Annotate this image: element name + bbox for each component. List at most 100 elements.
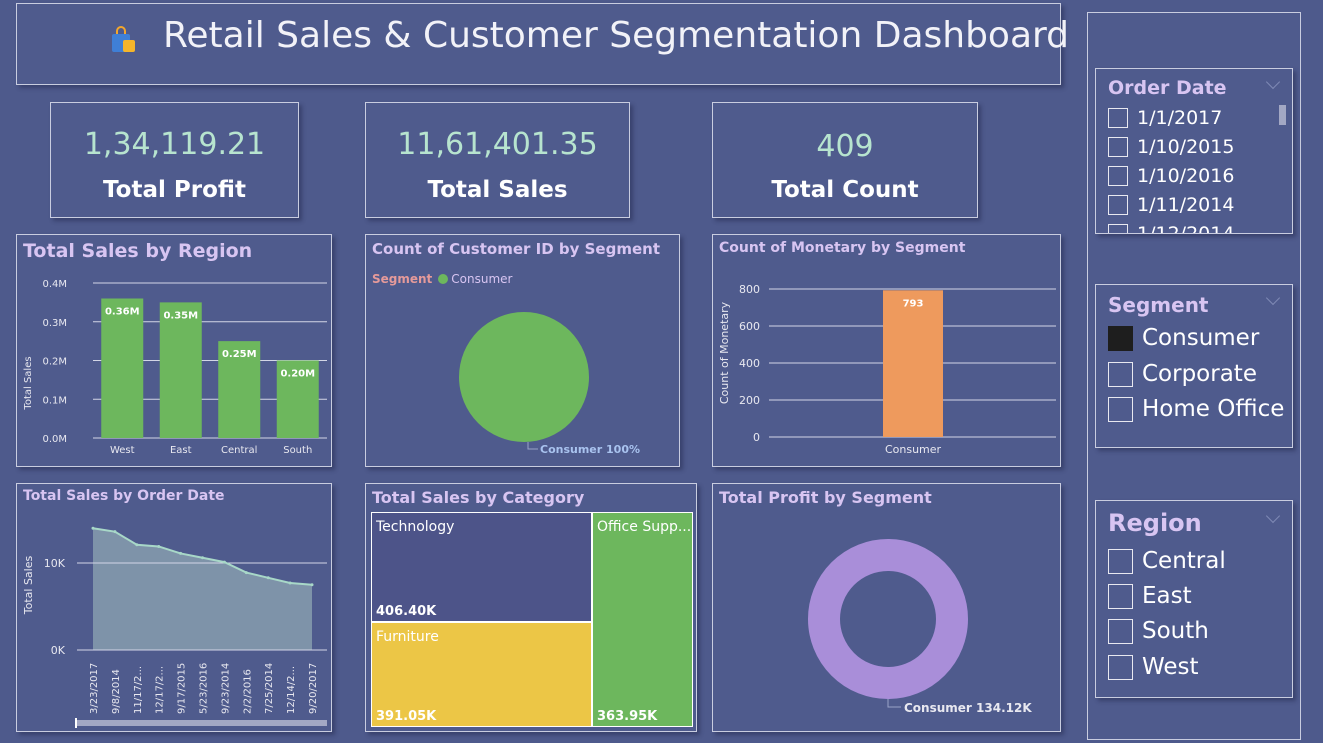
slice-label: Consumer 100% [540,443,640,456]
slicer-option[interactable]: Consumer [1108,325,1259,351]
data-label: 793 [903,298,924,309]
checkbox[interactable] [1108,361,1133,387]
y-tick-label: 400 [739,357,760,370]
data-label: 0.35M [163,310,198,321]
bar-west[interactable] [101,298,144,439]
chart-customer-count-by-segment[interactable]: Count of Customer ID by Segment Segment … [365,234,680,467]
data-label: 0.36M [105,307,140,318]
kpi-label: Total Count [771,177,919,203]
dashboard-header: Retail Sales & Customer Segmentation Das… [16,3,1069,85]
checkbox[interactable] [1108,583,1133,609]
region-bar-chart[interactable]: Total Sales 0.0M 0.1M 0.2M 0.3M 0.4M 0.36M Wes… [17,235,331,466]
slicer-option[interactable]: Central [1108,548,1226,574]
kpi-value: 11,61,401.35 [397,127,598,162]
slicer-option[interactable]: 1/10/2016 [1108,165,1234,187]
chevron-down-icon[interactable] [1265,290,1281,306]
checkbox[interactable] [1108,224,1128,233]
order-date-area-chart[interactable]: Total Sales 0K 10K 3/23/2017 9/8/2014 11/17/… [17,484,331,731]
slicer-option[interactable]: Home Office [1108,396,1284,422]
slicer-option[interactable]: East [1108,583,1192,609]
treemap-tile-furniture[interactable]: Furniture 391.05K [371,622,592,727]
kpi-value: 409 [816,129,874,164]
x-tick-label: 9/8/2014 [111,669,122,714]
kpi-card-total-profit[interactable]: 1,34,119.21 Total Profit [50,102,299,218]
slicer-option[interactable]: 1/1/2017 [1108,107,1222,129]
category-treemap[interactable]: Technology 406.40K Furniture 391.05K Office … [371,512,693,727]
treemap-tile-technology[interactable]: Technology 406.40K [371,512,592,622]
kpi-card-total-sales[interactable]: 11,61,401.35 Total Sales [365,102,630,218]
checkbox[interactable] [1108,137,1128,157]
checkbox[interactable] [1108,195,1128,215]
checkbox[interactable] [1108,654,1133,680]
checkbox[interactable] [1108,396,1133,422]
data-point [179,551,183,555]
donut-slice-consumer[interactable] [808,539,968,699]
x-tick-label: 11/17/2... [133,666,144,714]
x-tick-label: 12/14/2... [286,666,297,714]
y-tick-label: 600 [739,320,760,333]
area-fill[interactable] [93,528,312,650]
option-label: 1/1/2017 [1137,107,1223,129]
kpi-value: 1,34,119.21 [83,127,266,162]
option-label: 1/12/2014 [1137,223,1235,234]
checkbox[interactable] [1108,166,1128,186]
x-tick-label: Central [221,445,257,456]
checkbox[interactable] [1108,108,1128,128]
chart-sales-by-region[interactable]: Total Sales by Region Total Sales 0.0M 0.… [16,234,332,467]
data-point [135,543,139,547]
bar-east[interactable] [159,302,202,438]
tile-value: 391.05K [376,709,437,724]
y-tick-label: 200 [739,394,760,407]
slicer-region[interactable]: Region Central East South West [1095,500,1293,698]
y-tick-label: 0.0M [42,434,67,445]
data-label: 0.25M [222,349,257,360]
leader-line [527,442,538,450]
checkbox[interactable] [1108,618,1133,644]
x-tick-label: South [283,445,312,456]
slicer-order-date[interactable]: Order Date 1/1/2017 1/10/2015 1/10/2016 … [1095,68,1293,234]
y-tick-label: 0.4M [42,279,67,290]
checkbox-checked[interactable] [1108,325,1133,351]
horizontal-scrollbar[interactable] [77,720,327,726]
segment-pie-chart[interactable]: Consumer 100% [366,235,679,466]
chart-sales-by-category[interactable]: Total Sales by Category Technology 406.40… [365,483,697,732]
tile-label: Office Supp... [597,519,690,535]
y-tick-label: 0.2M [42,357,67,368]
slicer-segment[interactable]: Segment Consumer Corporate Home Office [1095,284,1293,448]
slicer-option[interactable]: 1/10/2015 [1108,136,1234,158]
pie-slice-consumer[interactable] [459,312,589,442]
option-label: Central [1142,548,1226,574]
tile-value: 363.95K [597,709,658,724]
slicer-option[interactable]: West [1108,654,1199,680]
checkbox[interactable] [1108,548,1133,574]
kpi-card-total-count[interactable]: 409 Total Count [712,102,978,218]
chart-monetary-by-segment[interactable]: Count of Monetary by Segment Count of Mo… [712,234,1061,467]
x-tick-label: 5/23/2016 [199,663,210,714]
chart-sales-by-order-date[interactable]: Total Sales by Order Date Total Sales 0K… [16,483,332,732]
data-point [201,556,204,560]
slicer-title: Segment [1108,293,1209,317]
chevron-down-icon[interactable] [1265,74,1281,90]
bar-consumer[interactable] [883,290,943,437]
option-label: 1/11/2014 [1137,194,1235,216]
slicer-option[interactable]: South [1108,618,1209,644]
leader-line [887,699,901,708]
option-label: East [1142,583,1192,609]
x-tick-label: Consumer [885,443,942,456]
y-axis-label: Total Sales [22,556,35,616]
profit-donut-chart[interactable]: Consumer 134.12K [713,484,1060,731]
slicer-option[interactable]: Corporate [1108,361,1257,387]
scrollbar-thumb[interactable] [75,718,77,728]
slicer-option[interactable]: 1/11/2014 [1108,194,1234,216]
chart-profit-by-segment[interactable]: Total Profit by Segment Consumer 134.12K [712,483,1061,732]
slicer-option[interactable]: 1/12/2014 [1108,223,1235,234]
option-label: Corporate [1142,361,1257,387]
scrollbar-thumb[interactable] [1279,105,1286,125]
tile-label: Technology [376,519,455,535]
chevron-down-icon[interactable] [1265,508,1281,524]
monetary-bar-chart[interactable]: Count of Monetary 0 200 400 600 800 793 Consum… [713,235,1060,466]
treemap-tile-office-supplies[interactable]: Office Supp... 363.95K [592,512,693,727]
tile-value: 406.40K [376,604,437,619]
slice-label: Consumer 134.12K [904,701,1032,715]
option-label: South [1142,618,1209,644]
